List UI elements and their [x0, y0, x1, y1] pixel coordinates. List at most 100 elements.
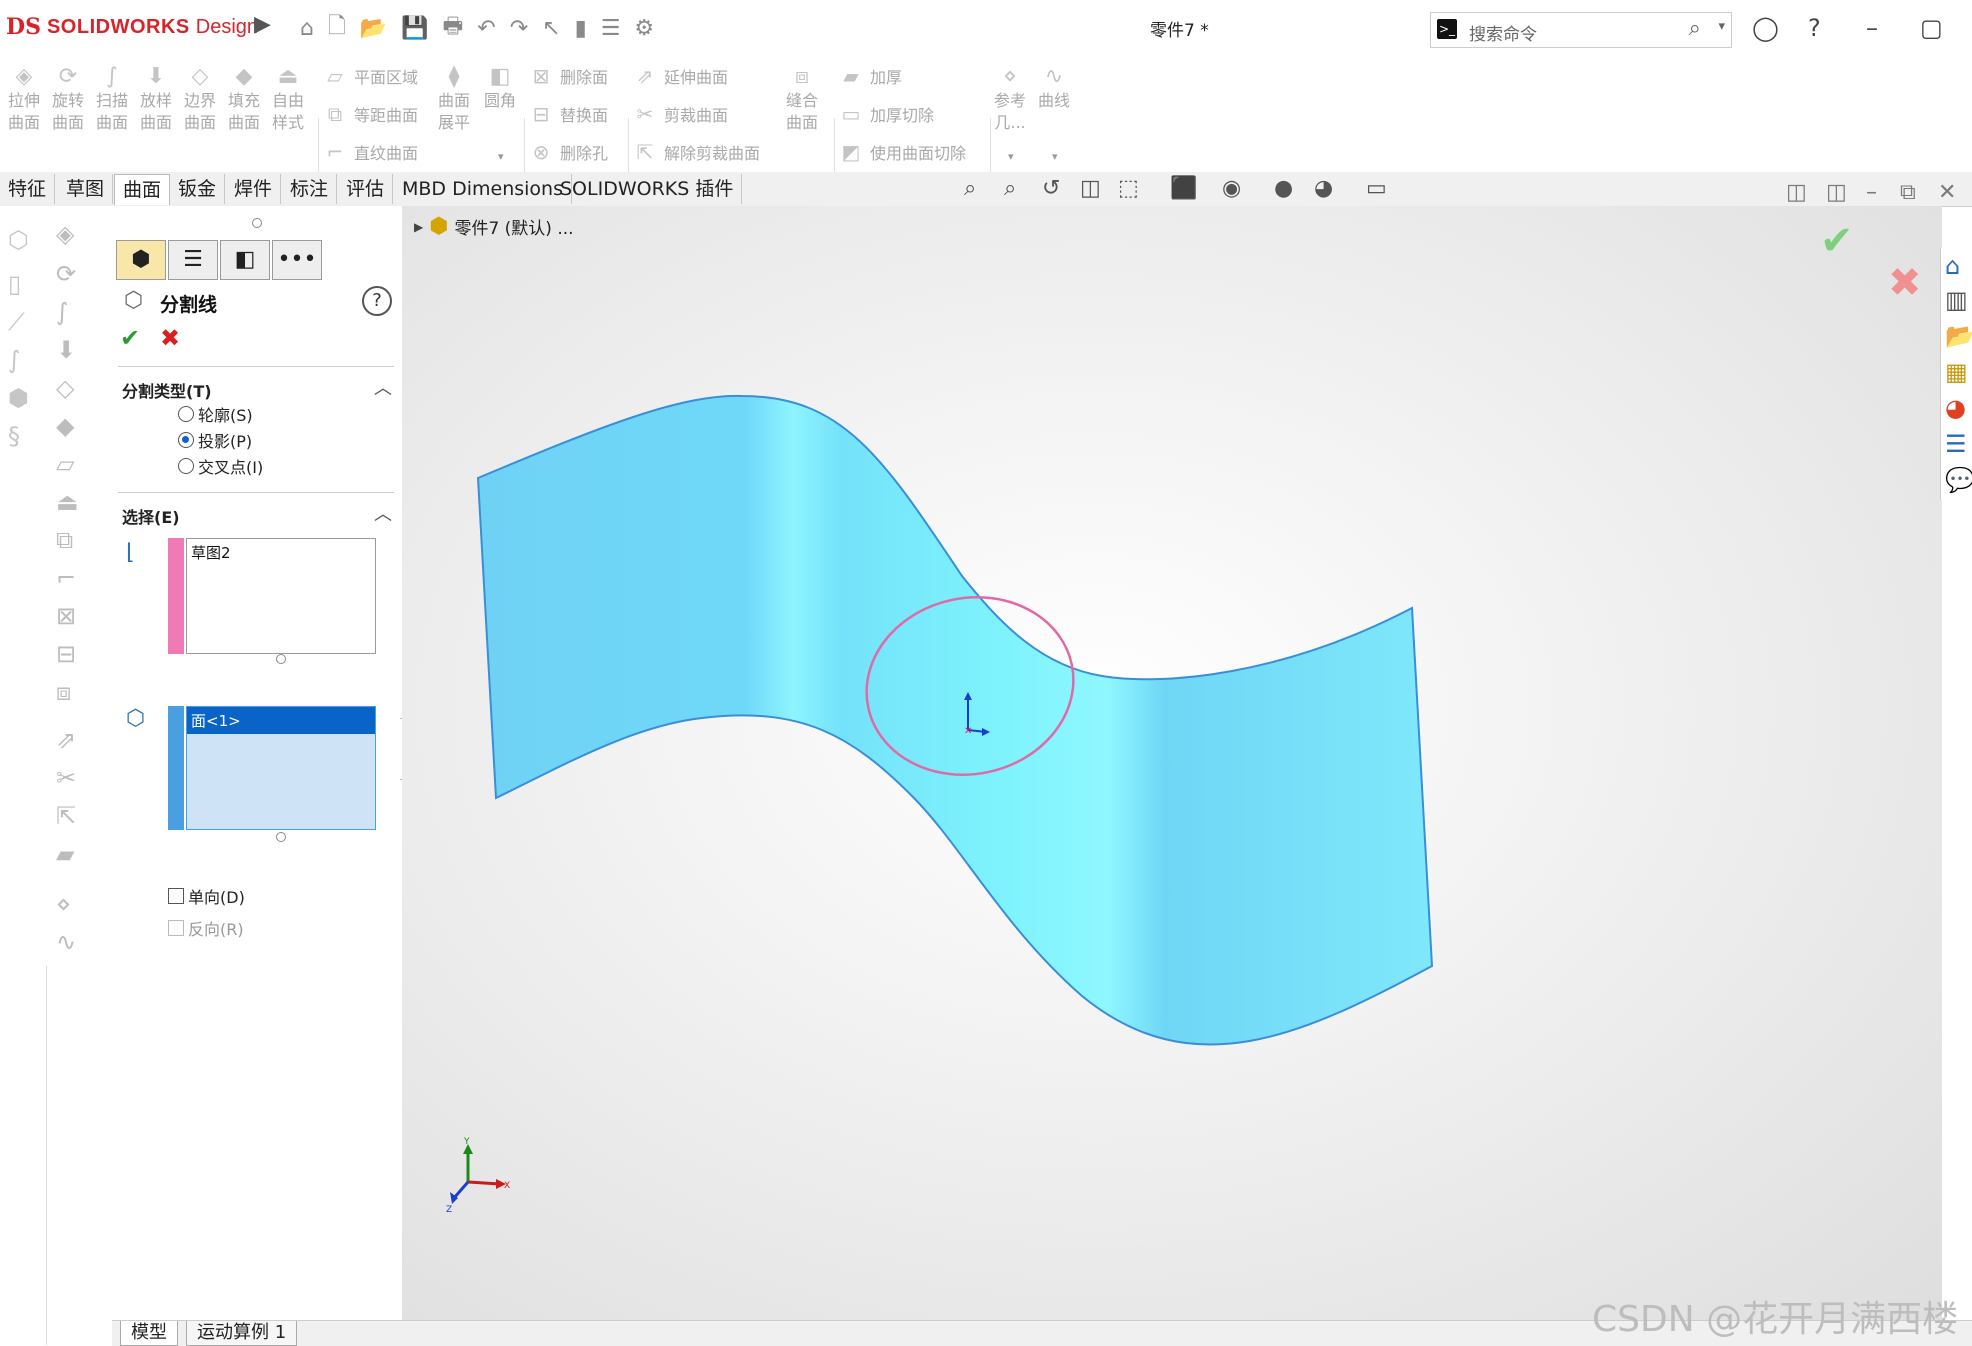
tab-solidworks-addins[interactable]: SOLIDWORKS 插件 [552, 174, 743, 204]
trim-surface-button[interactable]: ✂ 剪裁曲面 [632, 102, 728, 126]
line-icon[interactable]: ⟋ [8, 308, 25, 336]
edit-appearance-icon[interactable]: ● [1274, 176, 1293, 201]
sketch-icon[interactable]: ⬡ [8, 226, 29, 254]
collapse-chevron-icon[interactable]: ︿ [374, 374, 392, 400]
feature-tree-part-label[interactable]: 零件7 (默认) ... [454, 214, 573, 239]
expand-menu-arrow-icon[interactable]: ▶ [254, 12, 271, 37]
tab-weldments[interactable]: 焊件 [226, 174, 282, 204]
reference-icon[interactable]: ⋄ [56, 890, 71, 918]
swept-surface-button[interactable]: ∫ 扫描 曲面 [96, 64, 128, 134]
doc-minimize-icon[interactable]: – [1866, 180, 1877, 205]
radio-intersection[interactable]: 交叉点(I) [178, 454, 263, 478]
panel-dock-right-icon[interactable]: ◫ [1826, 180, 1847, 205]
sketch-to-project-list[interactable]: 草图2 [186, 538, 376, 654]
fillet-dropdown-icon[interactable]: ▾ [498, 150, 504, 163]
view-settings-icon[interactable]: ▭ [1366, 176, 1387, 201]
search-commands-box[interactable]: >_ 搜索命令 ⌕ ▾ [1430, 12, 1732, 48]
replace-face-icon[interactable]: ⊟ [56, 640, 76, 668]
help-icon[interactable]: ? [1808, 14, 1821, 42]
lofted-surface-button[interactable]: ⬇ 放样 曲面 [140, 64, 172, 134]
untrim-icon[interactable]: ⇱ [56, 802, 76, 830]
view-orientation-icon[interactable]: ⬚ [1118, 176, 1139, 201]
freeform-icon[interactable]: ⏏ [56, 488, 79, 516]
hide-show-items-icon[interactable]: ◉ [1222, 176, 1241, 201]
knit-surface-button[interactable]: ⧈ 缝合 曲面 [786, 64, 818, 134]
filled-surface-button[interactable]: ◆ 填充 曲面 [228, 64, 260, 134]
doc-restore-icon[interactable]: ⧉ [1900, 180, 1916, 205]
solidworks-logo[interactable]: DS SOLIDWORKS Design [6, 12, 258, 42]
apply-scene-icon[interactable]: ◕ [1314, 176, 1333, 201]
tab-sketch[interactable]: 草图 [58, 174, 114, 204]
rebuild-icon[interactable]: ▮ [575, 16, 587, 41]
tab-model[interactable]: 模型 [120, 1321, 178, 1346]
featuremanager-tab[interactable]: ⬢ [116, 240, 166, 280]
print-icon[interactable]: 🖶 [442, 9, 463, 47]
minimize-icon[interactable]: – [1866, 14, 1878, 42]
tab-surfaces[interactable]: 曲面 [114, 174, 171, 205]
radio-silhouette[interactable]: 轮廓(S) [178, 402, 253, 426]
expand-arrow-icon[interactable]: ▶ [414, 220, 423, 234]
3d-sketch-icon[interactable]: ▯ [8, 270, 21, 298]
configurationmanager-tab[interactable]: ◧ [220, 240, 270, 280]
propertymanager-tab[interactable]: ☰ [168, 240, 218, 280]
tab-features[interactable]: 特征 [0, 174, 56, 204]
delete-face-button[interactable]: ⊠ 删除面 [528, 64, 608, 88]
offset-icon[interactable]: ⧉ [56, 526, 73, 554]
curves-dropdown-icon[interactable]: ▾ [1052, 150, 1058, 163]
confirm-check-icon[interactable]: ✔ [1820, 218, 1854, 264]
tab-motion-study[interactable]: 运动算例 1 [186, 1321, 298, 1346]
select-cursor-icon[interactable]: ↖ [542, 16, 560, 41]
maximize-icon[interactable]: ▢ [1920, 14, 1943, 42]
replace-face-button[interactable]: ⊟ 替换面 [528, 102, 608, 126]
feature-icon[interactable]: ⬢ [8, 384, 29, 412]
search-icon[interactable]: ⌕ [1689, 16, 1701, 41]
boundary-icon[interactable]: ◇ [56, 374, 74, 402]
new-document-icon[interactable]: 🗋 [328, 9, 346, 47]
thicken-icon[interactable]: ▰ [56, 840, 74, 868]
forum-icon[interactable]: 💬 [1945, 466, 1972, 494]
save-icon[interactable]: 💾 [401, 16, 428, 41]
cancel-x-icon[interactable]: ✖ [160, 324, 180, 352]
panel-dock-left-icon[interactable]: ◫ [1786, 180, 1807, 205]
radio-projection[interactable]: 投影(P) [178, 428, 252, 452]
collapse-chevron-icon[interactable]: ︿ [374, 500, 392, 526]
display-style-icon[interactable]: ⬛ [1170, 176, 1197, 201]
single-direction-checkbox[interactable]: 单向(D) [168, 884, 245, 908]
tab-markup[interactable]: 标注 [282, 174, 338, 204]
delete-face-icon[interactable]: ⊠ [56, 602, 76, 630]
reference-dropdown-icon[interactable]: ▾ [1008, 150, 1014, 163]
file-properties-icon[interactable]: ☰ [601, 16, 621, 41]
spline-icon[interactable]: ∫ [8, 346, 21, 374]
list-item-selected[interactable]: 面<1> [187, 707, 375, 734]
previous-view-icon[interactable]: ↺ [1042, 176, 1060, 201]
list-resize-handle[interactable] [276, 654, 286, 664]
extrude-icon[interactable]: ◈ [56, 220, 74, 248]
confirm-cancel-icon[interactable]: ✖ [1888, 260, 1922, 306]
tab-mbd-dimensions[interactable]: MBD Dimensions [394, 174, 572, 204]
boundary-surface-button[interactable]: ◇ 边界 曲面 [184, 64, 216, 134]
cut-with-surface-button[interactable]: ◩ 使用曲面切除 [838, 140, 966, 164]
extend-icon[interactable]: ⇗ [56, 726, 76, 754]
list-resize-handle[interactable] [276, 832, 286, 842]
list-item[interactable]: 草图2 [187, 539, 375, 566]
tab-sheet-metal[interactable]: 钣金 [170, 174, 226, 204]
planar-surface-button[interactable]: ▱ 平面区域 [322, 64, 418, 88]
doc-close-icon[interactable]: ✕ [1938, 180, 1956, 205]
trim-icon[interactable]: ✂ [56, 764, 76, 792]
view-palette-icon[interactable]: ▦ [1945, 358, 1968, 386]
file-explorer-icon[interactable]: 📂 [1945, 322, 1972, 350]
ruled-icon[interactable]: ⌐ [56, 564, 76, 592]
graphics-area[interactable]: ✕ Y X Z [402, 206, 1942, 1320]
freeform-button[interactable]: ⏏ 自由 样式 [272, 64, 304, 134]
design-library-icon[interactable]: ▥ [1945, 286, 1968, 314]
custom-properties-icon[interactable]: ☰ [1945, 430, 1967, 458]
undo-icon[interactable]: ↶ [477, 16, 495, 41]
planar-icon[interactable]: ▱ [56, 450, 74, 478]
help-icon[interactable]: ? [362, 286, 392, 316]
surface-flatten-button[interactable]: ⧫ 曲面 展平 [438, 64, 470, 134]
knit-icon[interactable]: ⧈ [56, 678, 71, 706]
extruded-surface-button[interactable]: ◈ 拉伸 曲面 [8, 64, 40, 134]
search-dropdown-icon[interactable]: ▾ [1718, 19, 1725, 34]
tab-evaluate[interactable]: 评估 [338, 174, 394, 204]
extend-surface-button[interactable]: ⇗ 延伸曲面 [632, 64, 728, 88]
